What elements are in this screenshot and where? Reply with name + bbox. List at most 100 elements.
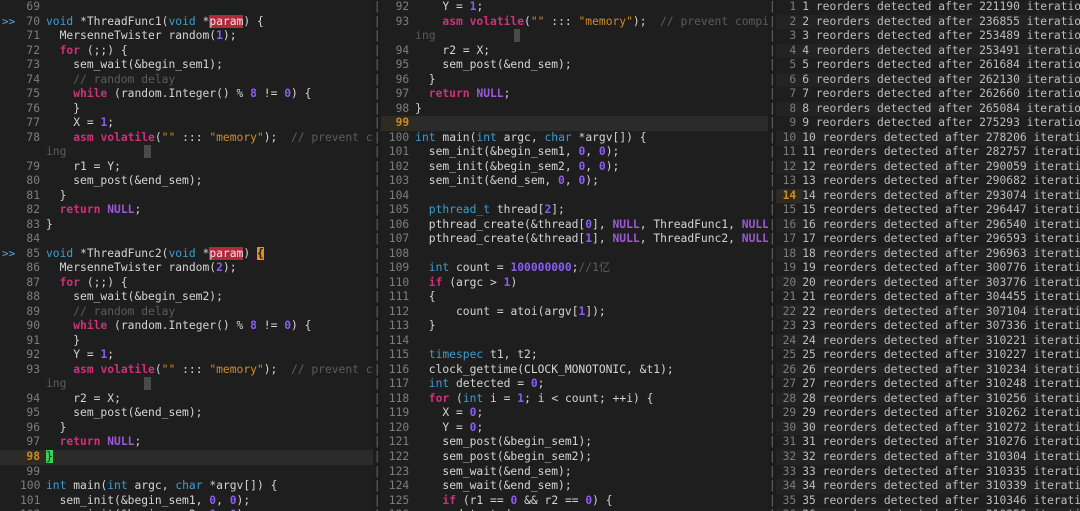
code-line[interactable]: 98} [381,102,768,117]
output-line[interactable]: 23 23 reorders detected after 307336 iter… [776,319,1080,334]
code-line[interactable]: 100 int main(int argc, char *argv[]) { [0,479,373,494]
output-line[interactable]: 32 32 reorders detected after 310304 iter… [776,449,1080,465]
code-line[interactable]: 104 [381,189,768,204]
code-line[interactable]: 120 Y = 0; [381,421,768,436]
code-line[interactable]: 125 if (r1 == 0 && r2 == 0) { [381,494,768,509]
output-line[interactable]: 18 18 reorders detected after 296963 iter… [776,246,1080,262]
code-line[interactable]: 112 count = atoi(argv[1]); [381,305,768,320]
code-line[interactable]: 114 [381,334,768,349]
code-line[interactable]: 115 timespec t1, t2; [381,348,768,363]
code-line[interactable]: 93 asm volatile("" ::: "memory"); // pre… [0,363,373,378]
code-line[interactable]: 119 X = 0; [381,406,768,421]
output-line[interactable]: 7 7 reorders detected after 262660 iterat… [776,87,1080,102]
output-line[interactable]: 29 29 reorders detected after 310262 iter… [776,406,1080,421]
code-line[interactable]: >> 70 void *ThreadFunc1(void *param) { [0,14,373,30]
code-line[interactable]: 92 Y = 1; [0,348,373,363]
code-line[interactable]: 103 sem_init(&end_sem, 0, 0); [381,174,768,189]
vertical-split-separator-2[interactable]: |||||||||||||||||||||||||||||||||||| [768,0,777,511]
code-line[interactable]: 97 return NULL; [0,435,373,450]
code-line[interactable]: 124 sem_wait(&end_sem); [381,479,768,494]
output-line[interactable]: 16 16 reorders detected after 296540 iter… [776,217,1080,233]
code-line[interactable]: 94 r2 = X; [0,392,373,407]
output-line[interactable]: 12 12 reorders detected after 290059 iter… [776,159,1080,175]
code-line[interactable]: 96 } [381,73,768,88]
code-line[interactable]: 95 sem_post(&end_sem); [381,58,768,73]
code-line[interactable]: 72 for (;;) { [0,44,373,59]
code-line[interactable]: ing [0,377,373,392]
code-line[interactable]: 83} [0,218,373,233]
output-line[interactable]: 8 8 reorders detected after 265084 iterat… [776,101,1080,117]
code-line[interactable]: 118 for (int i = 1; i < count; ++i) { [381,392,768,407]
code-line[interactable]: 75 while (random.Integer() % 8 != 0) { [0,87,373,102]
code-line[interactable]: 95 sem_post(&end_sem); [0,406,373,421]
output-line[interactable]: 33 33 reorders detected after 310335 iter… [776,465,1080,480]
code-line[interactable]: 90 while (random.Integer() % 8 != 0) { [0,319,373,334]
code-line[interactable]: 82 return NULL; [0,203,373,218]
code-line[interactable]: 109 int count = 100000000;//1亿 [381,261,768,276]
code-line[interactable]: 102 sem_init(&begin_sem2, 0, 0); [381,160,768,175]
output-line[interactable]: 17 17 reorders detected after 296593 iter… [776,232,1080,247]
code-line[interactable]: 86 MersenneTwister random(2); [0,261,373,276]
vertical-split-separator-1[interactable]: |||||||||||||||||||||||||||||||||||| [373,0,382,511]
code-line[interactable]: 100 int main(int argc, char *argv[]) { [381,131,768,146]
code-line[interactable]: ing [0,145,373,160]
code-line[interactable]: 101 sem_init(&begin_sem1, 0, 0); [381,145,768,160]
code-line[interactable]: 123 sem_wait(&end_sem); [381,465,768,480]
code-line[interactable]: 78 asm volatile("" ::: "memory"); // pre… [0,131,373,146]
code-line[interactable]: 88 sem_wait(&begin_sem2); [0,290,373,305]
code-line[interactable]: 122 sem_post(&begin_sem2); [381,450,768,465]
code-line[interactable]: 69 [0,0,373,15]
output-line[interactable]: 21 21 reorders detected after 304455 iter… [776,290,1080,305]
code-line[interactable]: 116 clock_gettime(CLOCK_MONOTONIC, &t1); [381,363,768,378]
output-line[interactable]: 15 15 reorders detected after 296447 iter… [776,203,1080,218]
output-line[interactable]: 1 1 reorders detected after 221190 iterat… [776,0,1080,15]
code-line[interactable]: 73 sem_wait(&begin_sem1); [0,58,373,73]
output-line[interactable]: 9 9 reorders detected after 275293 iterat… [776,116,1080,131]
code-line[interactable]: 106 pthread_create(&thread[0], NULL, Thr… [381,218,769,233]
output-line[interactable]: 30 30 reorders detected after 310272 iter… [776,420,1080,436]
code-line[interactable]: 99 [0,465,373,480]
code-line[interactable]: 79 r1 = Y; [0,160,373,175]
code-line[interactable]: 108 [381,247,768,262]
code-line[interactable]: 76 } [0,102,373,117]
code-line[interactable]: 84 [0,232,373,247]
code-line[interactable]: 91 } [0,334,373,349]
middle-code-rows[interactable]: 92 Y = 1; 93 asm volatile("" ::: "memory"… [381,0,769,511]
output-line[interactable]: 35 35 reorders detected after 310346 iter… [776,494,1080,509]
code-line[interactable]: 80 sem_post(&end_sem); [0,174,373,189]
output-line[interactable]: 10 10 reorders detected after 278206 iter… [776,130,1080,146]
code-line[interactable]: 81 } [0,189,373,204]
code-line[interactable]: 92 Y = 1; [381,0,768,15]
output-line[interactable]: 22 22 reorders detected after 307104 iter… [776,304,1080,320]
output-line[interactable]: 24 24 reorders detected after 310221 iter… [776,333,1080,349]
source-pane-middle[interactable]: 92 Y = 1; 93 asm volatile("" ::: "memory"… [381,0,769,511]
code-line[interactable]: 105 pthread_t thread[2]; [381,203,768,218]
output-line[interactable]: 31 31 reorders detected after 310276 iter… [776,435,1080,450]
output-line[interactable]: 11 11 reorders detected after 282757 iter… [776,145,1080,160]
code-line[interactable]: 93 asm volatile("" ::: "memory"); // pre… [381,15,769,30]
output-line[interactable]: 25 25 reorders detected after 310227 iter… [776,348,1080,363]
output-line[interactable]: 14 14 reorders detected after 293074 iter… [776,188,1080,204]
output-line[interactable]: 19 19 reorders detected after 300776 iter… [776,261,1080,276]
output-line[interactable]: 26 26 reorders detected after 310234 iter… [776,362,1080,378]
output-line[interactable]: 13 13 reorders detected after 290682 iter… [776,174,1080,189]
code-line[interactable]: 89 // random delay [0,305,373,320]
code-line[interactable]: 97 return NULL; [381,87,768,102]
code-line[interactable]: 71 MersenneTwister random(1); [0,29,373,44]
code-line[interactable]: 113 } [381,319,768,334]
source-pane-left[interactable]: 69 >> 70 void *ThreadFunc1(void *param) {71… [0,0,374,511]
code-line[interactable]: 101 sem_init(&begin_sem1, 0, 0); [0,494,373,509]
code-line[interactable]: 96 } [0,421,373,436]
code-line[interactable]: 77 X = 1; [0,116,373,131]
output-line[interactable]: 5 5 reorders detected after 261684 iterat… [776,58,1080,73]
code-line[interactable]: 87 for (;;) { [0,276,373,291]
output-line[interactable]: 6 6 reorders detected after 262130 iterat… [776,72,1080,88]
output-line[interactable]: 28 28 reorders detected after 310256 iter… [776,391,1080,407]
code-line[interactable]: >> 85 void *ThreadFunc2(void *param) { [0,246,373,262]
code-line[interactable]: 111 { [381,290,768,305]
output-line[interactable]: 27 27 reorders detected after 310248 iter… [776,377,1080,392]
program-output-pane[interactable]: 1 1 reorders detected after 221190 iterat… [776,0,1080,511]
code-line[interactable]: 107 pthread_create(&thread[1], NULL, Thr… [381,232,769,247]
code-line[interactable]: 117 int detected = 0; [381,377,768,392]
code-line[interactable]: ing [381,29,768,44]
